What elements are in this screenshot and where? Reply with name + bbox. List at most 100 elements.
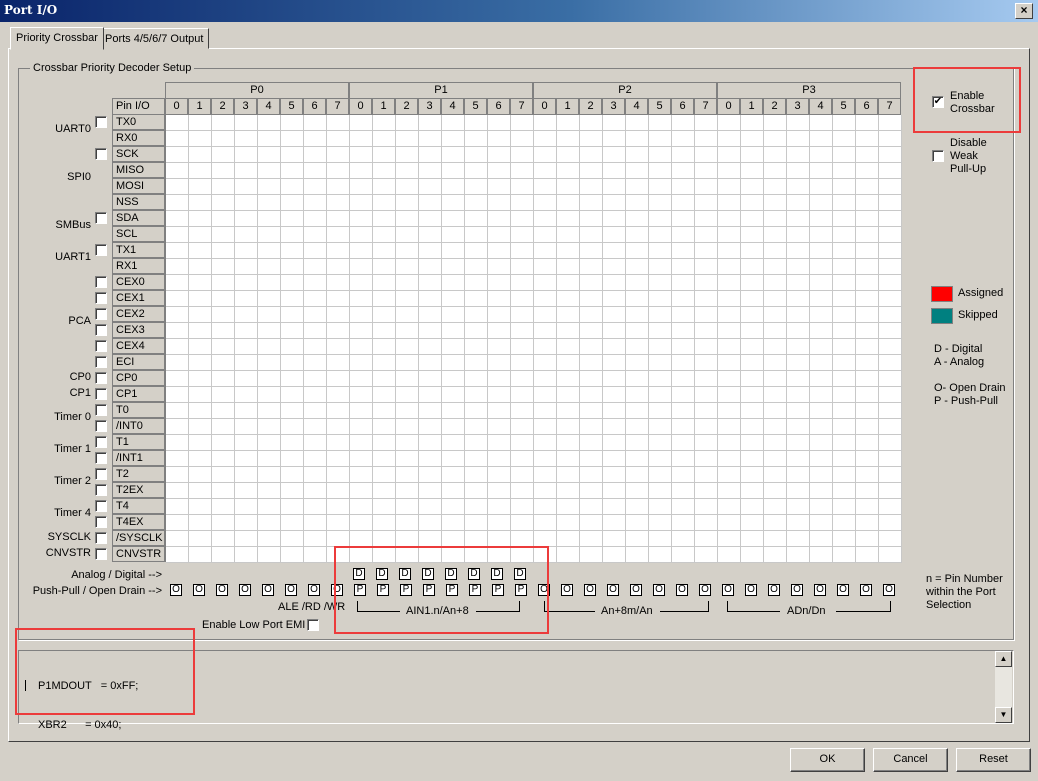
peripheral-timer-4-label: Timer 4 xyxy=(54,507,91,519)
peripheral-checkbox[interactable] xyxy=(95,388,107,400)
p2-output-mode-box[interactable]: O xyxy=(699,584,711,596)
p0-output-mode-box[interactable]: O xyxy=(285,584,297,596)
p0-output-mode-box[interactable]: O xyxy=(193,584,205,596)
tab-priority-crossbar[interactable]: Priority Crossbar xyxy=(10,27,104,50)
peripheral-checkbox[interactable] xyxy=(95,372,107,384)
grid-cell xyxy=(189,259,212,275)
grid-cell xyxy=(833,499,856,515)
scroll-up-button[interactable]: ▲ xyxy=(995,651,1012,667)
grid-cell xyxy=(258,547,281,563)
p0-output-mode-box[interactable]: O xyxy=(308,584,320,596)
peripheral-checkbox[interactable] xyxy=(95,468,107,480)
reset-button[interactable]: Reset xyxy=(956,748,1031,772)
p3-output-mode-box[interactable]: O xyxy=(814,584,826,596)
p0-output-mode-box[interactable]: O xyxy=(170,584,182,596)
grid-cell xyxy=(764,275,787,291)
peripheral-checkbox[interactable] xyxy=(95,324,107,336)
peripheral-checkbox[interactable] xyxy=(95,356,107,368)
grid-cell xyxy=(764,387,787,403)
grid-cell xyxy=(465,147,488,163)
p3-output-mode-box[interactable]: O xyxy=(791,584,803,596)
grid-cell xyxy=(879,307,902,323)
p3-bracket-line-left xyxy=(728,611,780,612)
grid-cell xyxy=(488,227,511,243)
grid-cell xyxy=(350,467,373,483)
grid-cell xyxy=(626,371,649,387)
p0-output-mode-box[interactable]: O xyxy=(262,584,274,596)
peripheral-checkbox[interactable] xyxy=(95,500,107,512)
peripheral-checkbox[interactable] xyxy=(95,148,107,160)
peripheral-checkbox[interactable] xyxy=(95,308,107,320)
grid-cell xyxy=(879,515,902,531)
p2-output-mode-box[interactable]: O xyxy=(607,584,619,596)
grid-cell xyxy=(442,163,465,179)
grid-cell xyxy=(580,435,603,451)
grid-cell xyxy=(557,163,580,179)
p3-output-mode-box[interactable]: O xyxy=(768,584,780,596)
grid-cell xyxy=(810,243,833,259)
grid-cell xyxy=(695,259,718,275)
grid-cell xyxy=(235,387,258,403)
port-header-p1: P1 xyxy=(349,82,533,99)
peripheral-checkbox[interactable] xyxy=(95,420,107,432)
grid-cell xyxy=(511,435,534,451)
grid-cell xyxy=(626,355,649,371)
grid-cell xyxy=(833,323,856,339)
grid-cell xyxy=(603,403,626,419)
cancel-button[interactable]: Cancel xyxy=(873,748,948,772)
p2-output-mode-box[interactable]: O xyxy=(676,584,688,596)
p2-output-mode-box[interactable]: O xyxy=(561,584,573,596)
p2-output-mode-box[interactable]: O xyxy=(584,584,596,596)
grid-cell xyxy=(695,323,718,339)
close-button[interactable]: × xyxy=(1015,3,1033,19)
peripheral-checkbox[interactable] xyxy=(95,548,107,560)
grid-cell xyxy=(810,371,833,387)
peripheral-checkbox[interactable] xyxy=(95,404,107,416)
grid-cell xyxy=(649,435,672,451)
p3-output-mode-box[interactable]: O xyxy=(860,584,872,596)
grid-cell xyxy=(672,483,695,499)
peripheral-checkbox[interactable] xyxy=(95,116,107,128)
pin-label: CEX3 xyxy=(112,322,165,338)
peripheral-checkbox[interactable] xyxy=(95,340,107,352)
grid-cell xyxy=(810,435,833,451)
peripheral-checkbox[interactable] xyxy=(95,532,107,544)
grid-cell xyxy=(833,483,856,499)
grid-cell xyxy=(534,467,557,483)
peripheral-checkbox[interactable] xyxy=(95,276,107,288)
grid-cell xyxy=(557,131,580,147)
grid-cell xyxy=(212,323,235,339)
p3-output-mode-box[interactable]: O xyxy=(722,584,734,596)
grid-cell xyxy=(419,339,442,355)
grid-cell xyxy=(258,403,281,419)
p3-output-mode-box[interactable]: O xyxy=(745,584,757,596)
tab-ports-output[interactable]: Ports 4/5/6/7 Output xyxy=(99,28,210,49)
p3-output-mode-box[interactable]: O xyxy=(837,584,849,596)
grid-cell xyxy=(810,307,833,323)
peripheral-checkbox[interactable] xyxy=(95,244,107,256)
p0-output-mode-box[interactable]: O xyxy=(239,584,251,596)
grid-cell xyxy=(304,131,327,147)
peripheral-checkbox[interactable] xyxy=(95,212,107,224)
peripheral-checkbox[interactable] xyxy=(95,516,107,528)
peripheral-checkbox[interactable] xyxy=(95,452,107,464)
p2-output-mode-box[interactable]: O xyxy=(630,584,642,596)
p2-output-mode-box[interactable]: O xyxy=(653,584,665,596)
grid-cell xyxy=(718,307,741,323)
ok-button[interactable]: OK xyxy=(790,748,865,772)
peripheral-checkbox[interactable] xyxy=(95,292,107,304)
p0-output-mode-box[interactable]: O xyxy=(216,584,228,596)
grid-cell xyxy=(442,307,465,323)
grid-cell xyxy=(810,163,833,179)
grid-cell xyxy=(396,147,419,163)
grid-cell xyxy=(695,211,718,227)
disable-weak-pullup-checkbox[interactable] xyxy=(932,150,944,162)
low-port-emi-checkbox[interactable] xyxy=(307,619,319,631)
p3-output-mode-box[interactable]: O xyxy=(883,584,895,596)
peripheral-checkbox[interactable] xyxy=(95,484,107,496)
grid-cell xyxy=(580,483,603,499)
grid-cell xyxy=(235,451,258,467)
grid-cell xyxy=(304,467,327,483)
peripheral-checkbox[interactable] xyxy=(95,436,107,448)
scroll-down-button[interactable]: ▼ xyxy=(995,707,1012,723)
